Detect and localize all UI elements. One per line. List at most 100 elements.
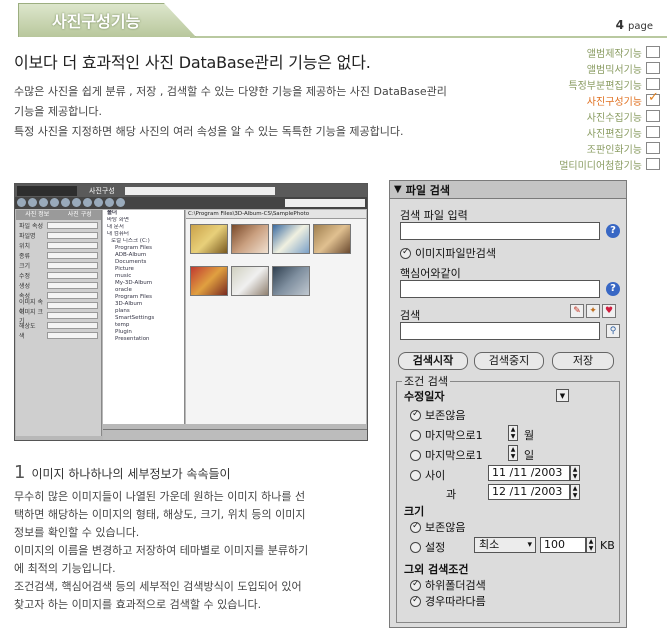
heart-icon[interactable]: ♥ [602, 304, 616, 318]
date-last-day-radio[interactable]: 마지막으로1 [410, 447, 483, 463]
thumbnail [272, 224, 310, 254]
app-address-field [124, 186, 275, 195]
section-body: 무수히 많은 이미지들이 나열된 가운데 원하는 이미지 하나를 선 택하면 해… [14, 488, 366, 614]
checkbox[interactable] [646, 46, 660, 58]
feature-item[interactable]: 사진편집기능 [520, 124, 660, 140]
feature-item[interactable]: 특정부분편집기능 [520, 76, 660, 92]
subfolder-checkbox[interactable]: 하위폴더검색 [410, 577, 486, 593]
tree-item: Plugin [115, 329, 132, 335]
date-last-month-radio[interactable]: 마지막으로1 [410, 427, 483, 443]
tree-item: My-3D-Album [115, 280, 153, 286]
app-screenshot: 사진구성 사진 정보 사진 구성 파일 속성 파일명 위치 종류 크기 수정 생성 속성 이미지… [14, 183, 368, 441]
checkbox[interactable] [646, 78, 660, 90]
month-spinner[interactable]: ▲ ▼ [508, 425, 518, 441]
radio-indicator [410, 521, 421, 533]
section-title: 1 이미지 하나하나의 세부정보가 속속들이 [14, 462, 231, 483]
size-spinner[interactable]: ▲ ▼ [586, 537, 596, 553]
file-search-panel: ▼ 파일 검색 검색 파일 입력 ? 이미지파일만검색 핵심어와같이 ? 검색 … [389, 180, 627, 628]
thumbnail [272, 266, 310, 296]
size-compare-select[interactable]: 최소 [474, 537, 536, 553]
checkbox[interactable] [646, 126, 660, 138]
size-heading: 크기 [404, 505, 425, 518]
info-row: 해상도 [19, 321, 98, 330]
size-set-radio[interactable]: 설정 [410, 539, 445, 555]
body-line: 무수히 많은 이미지들이 나열된 가운데 원하는 이미지 하나를 선 [14, 490, 306, 503]
other-conditions-heading: 그외 검색조건 [404, 563, 469, 576]
tree-item: Program Files [115, 245, 153, 251]
collapse-arrow-icon[interactable]: ▼ [394, 184, 402, 195]
tree-item: Program Files [115, 294, 153, 300]
app-status-bar [103, 429, 367, 440]
tree-item: music [115, 273, 132, 279]
search-icon[interactable]: ⚲ [606, 324, 620, 338]
panel-title-bar: ▼ 파일 검색 [390, 181, 626, 199]
pencil-icon[interactable]: ✎ [570, 304, 584, 318]
checkbox-indicator [410, 579, 421, 591]
save-button[interactable]: 저장 [552, 352, 614, 370]
image-only-checkbox[interactable]: 이미지파일만검색 [400, 245, 496, 261]
section-heading: 이미지 하나하나의 세부정보가 속속들이 [31, 467, 231, 481]
brush-icon[interactable]: ✦ [586, 304, 600, 318]
date-from-field[interactable]: 11 /11 /2003 [488, 465, 570, 481]
date-none-radio[interactable]: 보존않음 [410, 407, 465, 423]
radio-indicator [410, 429, 421, 441]
keyword-input[interactable] [400, 280, 600, 298]
file-name-input[interactable] [400, 222, 600, 240]
feature-item[interactable]: 조판인화기능 [520, 140, 660, 156]
date-to-field[interactable]: 12 /11 /2003 [488, 484, 570, 500]
body-line: 조건검색, 핵심어검색 등의 세부적인 검색방식이 도입되어 있어 [14, 580, 302, 593]
file-input-label: 검색 파일 입력 [400, 209, 468, 222]
tool-icon [17, 198, 26, 207]
date-from-spinner[interactable]: ▲ ▼ [570, 465, 580, 481]
tree-item: ADB-Album [115, 252, 147, 258]
feature-item[interactable]: 멀티미디어첨합기능 [520, 156, 660, 172]
search-input[interactable] [400, 322, 600, 340]
size-none-radio[interactable]: 보존않음 [410, 519, 465, 535]
feature-item[interactable]: 앨범믹서기능 [520, 60, 660, 76]
body-line: 택하면 해당하는 이미지의 형태, 해상도, 크기, 위치 등의 이미지 [14, 508, 306, 521]
help-icon[interactable]: ? [606, 282, 620, 296]
tree-item: 바탕 화면 [107, 217, 129, 223]
body-line: 정보를 확인할 수 있습니다. [14, 526, 140, 539]
app-info-panel: 사진 정보 사진 구성 파일 속성 파일명 위치 종류 크기 수정 생성 속성 이미지 속성 이미… [16, 210, 102, 436]
checkbox[interactable]: ✓ [646, 91, 660, 106]
dropdown-arrow-icon[interactable]: ▼ [556, 389, 569, 402]
tool-icon [50, 198, 59, 207]
size-unit: KB [600, 539, 615, 552]
tree-item: Presentation [115, 336, 150, 342]
case-sensitive-checkbox[interactable]: 경우따라다름 [410, 593, 486, 609]
tool-icon [28, 198, 37, 207]
feature-item[interactable]: 사진수집기능 [520, 108, 660, 124]
checkbox[interactable] [646, 142, 660, 154]
feature-item-active[interactable]: 사진구성기능 ✓ [520, 91, 660, 108]
app-folder-tree: 폴더 바탕 화면 내 문서 내 컴퓨터 로컬 디스크 (C:) Program File… [103, 210, 185, 424]
intro-text: 수많은 사진을 쉽게 분류 , 저장 , 검색할 수 있는 다양한 기능을 제공… [14, 82, 534, 142]
tool-icon [39, 198, 48, 207]
size-value-field[interactable]: 100 [540, 537, 586, 553]
info-row: 종류 [19, 251, 98, 260]
search-stop-button[interactable]: 검색중지 [474, 352, 544, 370]
tool-icon [105, 198, 114, 207]
date-to-spinner[interactable]: ▲ ▼ [570, 484, 580, 500]
headline: 이보다 더 효과적인 사진 DataBase관리 기능은 없다. [14, 53, 371, 72]
day-unit: 일 [524, 449, 535, 462]
checkbox-indicator [410, 595, 421, 607]
tree-item: temp [115, 322, 130, 328]
search-start-button[interactable]: 검색시작 [398, 352, 468, 370]
feature-item[interactable]: 앨범제작기능 [520, 44, 660, 60]
tool-icon [94, 198, 103, 207]
help-icon[interactable]: ? [606, 224, 620, 238]
checkbox[interactable] [646, 158, 660, 170]
day-spinner[interactable]: ▲ ▼ [508, 445, 518, 461]
header-rule [190, 36, 667, 38]
page-title: 사진구성기능 [52, 12, 141, 31]
radio-indicator [410, 409, 421, 421]
page-header: 사진구성기능 4 page [0, 0, 667, 40]
checkbox[interactable] [646, 62, 660, 74]
date-between-radio[interactable]: 사이 [410, 467, 445, 483]
page-number: 4 page [615, 18, 653, 32]
conditions-legend: 조건 검색 [402, 373, 450, 389]
app-window-title: 사진구성 [89, 186, 115, 195]
checkbox[interactable] [646, 110, 660, 122]
info-row: 수정 [19, 271, 98, 280]
